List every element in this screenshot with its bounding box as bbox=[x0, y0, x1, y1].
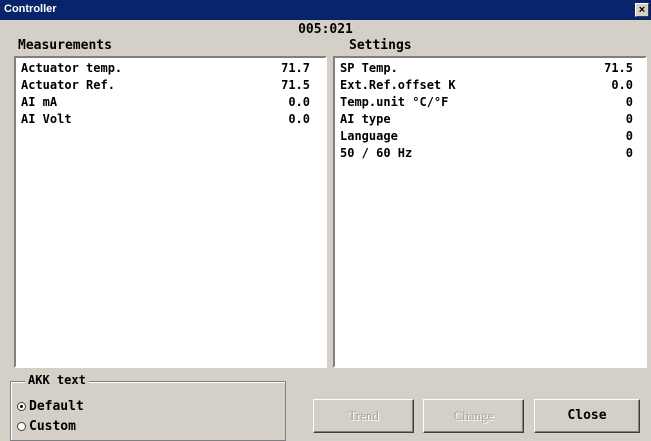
list-item[interactable]: AI Volt 0.0 bbox=[16, 111, 325, 128]
radio-selected-icon bbox=[17, 402, 26, 411]
setting-name: 50 / 60 Hz bbox=[340, 146, 413, 160]
measurement-name: Actuator temp. bbox=[21, 61, 123, 75]
setting-value: 0 bbox=[625, 112, 633, 126]
measurement-name: AI mA bbox=[21, 95, 58, 109]
setting-name: Temp.unit °C/°F bbox=[340, 95, 449, 109]
list-item[interactable]: Temp.unit °C/°F 0 bbox=[335, 94, 645, 111]
close-button[interactable]: Close bbox=[534, 399, 640, 433]
list-item[interactable]: Actuator temp. 71.7 bbox=[16, 60, 325, 77]
setting-name: Language bbox=[340, 129, 398, 143]
default-radio[interactable]: Default bbox=[17, 399, 84, 414]
measurement-name: Actuator Ref. bbox=[21, 78, 115, 92]
measurements-label: Measurements bbox=[18, 38, 112, 53]
controller-code: 005:021 bbox=[298, 22, 353, 37]
custom-radio[interactable]: Custom bbox=[17, 419, 76, 434]
measurement-value: 71.5 bbox=[281, 78, 310, 92]
trend-button[interactable]: Trend bbox=[313, 399, 414, 433]
measurement-value: 0.0 bbox=[288, 95, 310, 109]
akk-text-group: AKK text Default Custom bbox=[10, 373, 286, 441]
window-title: Controller bbox=[4, 3, 57, 15]
measurement-value: 71.7 bbox=[281, 61, 310, 75]
settings-label: Settings bbox=[349, 38, 412, 53]
setting-name: Ext.Ref.offset K bbox=[340, 78, 456, 92]
list-item[interactable]: SP Temp. 71.5 bbox=[335, 60, 645, 77]
list-item[interactable]: AI type 0 bbox=[335, 111, 645, 128]
setting-name: SP Temp. bbox=[340, 61, 398, 75]
list-item[interactable]: AI mA 0.0 bbox=[16, 94, 325, 111]
custom-radio-label: Custom bbox=[29, 419, 76, 434]
setting-value: 71.5 bbox=[604, 61, 633, 75]
setting-value: 0 bbox=[625, 146, 633, 160]
akk-text-legend: AKK text bbox=[25, 373, 89, 387]
default-radio-label: Default bbox=[29, 399, 84, 414]
setting-value: 0.0 bbox=[611, 78, 633, 92]
measurement-name: AI Volt bbox=[21, 112, 72, 126]
measurement-value: 0.0 bbox=[288, 112, 310, 126]
settings-list[interactable]: SP Temp. 71.5 Ext.Ref.offset K 0.0 Temp.… bbox=[333, 56, 647, 368]
change-button[interactable]: Change bbox=[423, 399, 524, 433]
measurements-list[interactable]: Actuator temp. 71.7 Actuator Ref. 71.5 A… bbox=[14, 56, 327, 368]
setting-value: 0 bbox=[625, 95, 633, 109]
close-icon[interactable]: × bbox=[635, 3, 649, 17]
setting-name: AI type bbox=[340, 112, 391, 126]
list-item[interactable]: Ext.Ref.offset K 0.0 bbox=[335, 77, 645, 94]
list-item[interactable]: Actuator Ref. 71.5 bbox=[16, 77, 325, 94]
list-item[interactable]: Language 0 bbox=[335, 128, 645, 145]
list-item[interactable]: 50 / 60 Hz 0 bbox=[335, 145, 645, 162]
title-bar: Controller × bbox=[0, 0, 651, 20]
setting-value: 0 bbox=[625, 129, 633, 143]
radio-unselected-icon bbox=[17, 422, 26, 431]
